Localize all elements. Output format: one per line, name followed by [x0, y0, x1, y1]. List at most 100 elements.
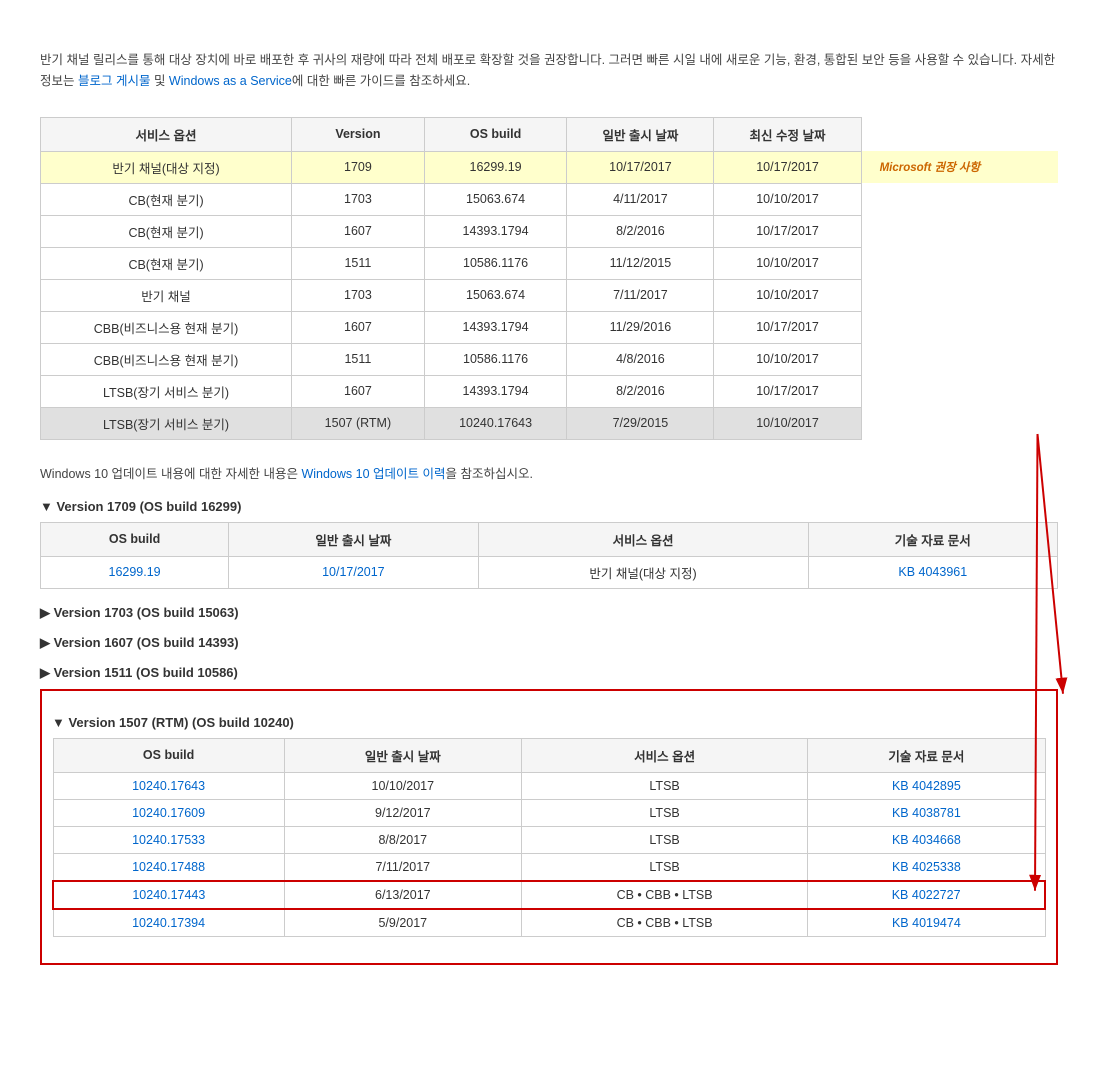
- table1-row4-col3: 7/11/2017: [567, 279, 714, 311]
- vtable4-row5-release: 5/9/2017: [284, 909, 521, 937]
- vtable4-header3: 기술 자료 문서: [808, 738, 1045, 772]
- table1-row3-col4: 10/10/2017: [714, 247, 861, 279]
- vtable4-row4-build[interactable]: 10240.17443: [53, 881, 284, 909]
- version-heading-0[interactable]: ▼ Version 1709 (OS build 16299): [40, 499, 1058, 514]
- ms-recommend-label: Microsoft 권장 사항: [872, 162, 980, 174]
- vtable4-row0: 10240.1764310/10/2017LTSBKB 4042895: [53, 772, 1045, 799]
- table1-row1-col2: 15063.674: [424, 183, 567, 215]
- table1-row0-recommend: Microsoft 권장 사항: [861, 151, 1057, 183]
- table1-row8-col3: 7/29/2015: [567, 407, 714, 439]
- version-heading-3[interactable]: ▶ Version 1511 (OS build 10586): [40, 665, 1058, 681]
- col-service-option: 서비스 옵션: [41, 117, 292, 151]
- vtable0-header2: 서비스 옵션: [478, 522, 808, 556]
- version-heading-4[interactable]: ▼ Version 1507 (RTM) (OS build 10240): [52, 715, 1046, 730]
- vtable0-row0-kb[interactable]: KB 4043961: [808, 556, 1057, 588]
- table1-row0-col4: 10/17/2017: [714, 151, 861, 183]
- col-latest-date: 최신 수정 날짜: [714, 117, 861, 151]
- table1-row7-col2: 14393.1794: [424, 375, 567, 407]
- table1-row5-col0: CBB(비즈니스용 현재 분기): [41, 311, 292, 343]
- versions-container: ▼ Version 1709 (OS build 16299)OS build일…: [40, 499, 1058, 965]
- vtable4-row1-kb[interactable]: KB 4038781: [808, 799, 1045, 826]
- table1-row8-col1: 1507 (RTM): [292, 407, 425, 439]
- table1-row2-col1: 1607: [292, 215, 425, 247]
- vtable4-row3-option: LTSB: [521, 853, 807, 881]
- table1-row2-col4: 10/17/2017: [714, 215, 861, 247]
- table1-row7-col3: 8/2/2016: [567, 375, 714, 407]
- table1-row4-col1: 1703: [292, 279, 425, 311]
- table1-row3-col2: 10586.1176: [424, 247, 567, 279]
- table1-row4-recommend: [861, 279, 1057, 311]
- vtable4-row4-option: CB • CBB • LTSB: [521, 881, 807, 909]
- vtable4-row2: 10240.175338/8/2017LTSBKB 4034668: [53, 826, 1045, 853]
- blog-link[interactable]: 블로그 게시물: [78, 74, 150, 88]
- vtable4-row0-option: LTSB: [521, 772, 807, 799]
- table1-row6-col0: CBB(비즈니스용 현재 분기): [41, 343, 292, 375]
- vtable4-header2: 서비스 옵션: [521, 738, 807, 772]
- vtable4-row5-build[interactable]: 10240.17394: [53, 909, 284, 937]
- vtable4-row2-release: 8/8/2017: [284, 826, 521, 853]
- table1-row1-col4: 10/10/2017: [714, 183, 861, 215]
- was-link[interactable]: Windows as a Service: [169, 74, 292, 88]
- col-release-date: 일반 출시 날짜: [567, 117, 714, 151]
- vtable4-header0: OS build: [53, 738, 284, 772]
- vtable0-header0: OS build: [41, 522, 229, 556]
- vtable4-row3: 10240.174887/11/2017LTSBKB 4025338: [53, 853, 1045, 881]
- table1-row7-col0: LTSB(장기 서비스 분기): [41, 375, 292, 407]
- vtable0-row0: 16299.1910/17/2017반기 채널(대상 지정)KB 4043961: [41, 556, 1058, 588]
- page-wrapper: 반기 채널 릴리스를 통해 대상 장치에 바로 배포한 후 귀사의 재량에 따라…: [40, 50, 1058, 965]
- table1-row6-col3: 4/8/2016: [567, 343, 714, 375]
- table1-row6-col1: 1511: [292, 343, 425, 375]
- table1-row5-col3: 11/29/2016: [567, 311, 714, 343]
- update-history-link[interactable]: Windows 10 업데이트 이력: [301, 467, 445, 481]
- vtable0-header3: 기술 자료 문서: [808, 522, 1057, 556]
- intro-paragraph-2: 반기 채널 릴리스를 통해 대상 장치에 바로 배포한 후 귀사의 재량에 따라…: [40, 50, 1058, 93]
- version-section-4: ▼ Version 1507 (RTM) (OS build 10240) OS …: [40, 689, 1058, 965]
- vtable0-row0-release[interactable]: 10/17/2017: [229, 556, 478, 588]
- table1-row2-recommend: [861, 215, 1057, 247]
- vtable0-row0-build[interactable]: 16299.19: [41, 556, 229, 588]
- table1-row4-col0: 반기 채널: [41, 279, 292, 311]
- vtable4-row0-build[interactable]: 10240.17643: [53, 772, 284, 799]
- table1-row6-recommend: [861, 343, 1057, 375]
- version-heading-2[interactable]: ▶ Version 1607 (OS build 14393): [40, 635, 1058, 651]
- vtable4-row5: 10240.173945/9/2017CB • CBB • LTSBKB 401…: [53, 909, 1045, 937]
- version-table-0: OS build일반 출시 날짜서비스 옵션기술 자료 문서16299.1910…: [40, 522, 1058, 589]
- table1-row0-col0: 반기 채널(대상 지정): [41, 151, 292, 183]
- vtable4-row4-kb[interactable]: KB 4022727: [808, 881, 1045, 909]
- table1-row7-recommend: [861, 375, 1057, 407]
- table1-row0-col2: 16299.19: [424, 151, 567, 183]
- vtable4-row1-build[interactable]: 10240.17609: [53, 799, 284, 826]
- table1-row1-recommend: [861, 183, 1057, 215]
- table1-row5-recommend: [861, 311, 1057, 343]
- table1-row7-col4: 10/17/2017: [714, 375, 861, 407]
- vtable4-row2-build[interactable]: 10240.17533: [53, 826, 284, 853]
- table1-row2-col2: 14393.1794: [424, 215, 567, 247]
- vtable4-row3-kb[interactable]: KB 4025338: [808, 853, 1045, 881]
- table1-row0-col1: 1709: [292, 151, 425, 183]
- col-os-build: OS build: [424, 117, 567, 151]
- table1-row3-col3: 11/12/2015: [567, 247, 714, 279]
- vtable4-header1: 일반 출시 날짜: [284, 738, 521, 772]
- table1-row1-col3: 4/11/2017: [567, 183, 714, 215]
- table1-row3-col1: 1511: [292, 247, 425, 279]
- vtable4-row5-kb[interactable]: KB 4019474: [808, 909, 1045, 937]
- table1-row8-col2: 10240.17643: [424, 407, 567, 439]
- table1-row0-col3: 10/17/2017: [567, 151, 714, 183]
- vtable4-row2-kb[interactable]: KB 4034668: [808, 826, 1045, 853]
- section2-desc: Windows 10 업데이트 내용에 대한 자세한 내용은 Windows 1…: [40, 464, 1058, 485]
- vtable4-row3-build[interactable]: 10240.17488: [53, 853, 284, 881]
- table1-row3-col0: CB(현재 분기): [41, 247, 292, 279]
- table1-row2-col0: CB(현재 분기): [41, 215, 292, 247]
- version-heading-1[interactable]: ▶ Version 1703 (OS build 15063): [40, 605, 1058, 621]
- vtable4-row1-release: 9/12/2017: [284, 799, 521, 826]
- table1-row8-recommend: [861, 407, 1057, 439]
- vtable4-row1: 10240.176099/12/2017LTSBKB 4038781: [53, 799, 1045, 826]
- table1-row5-col1: 1607: [292, 311, 425, 343]
- vtable4-row0-kb[interactable]: KB 4042895: [808, 772, 1045, 799]
- table1-row6-col2: 10586.1176: [424, 343, 567, 375]
- vtable4-row5-option: CB • CBB • LTSB: [521, 909, 807, 937]
- version-section-1: ▶ Version 1703 (OS build 15063): [40, 605, 1058, 621]
- vtable4-row4-release: 6/13/2017: [284, 881, 521, 909]
- current-version-table: 서비스 옵션 Version OS build 일반 출시 날짜 최신 수정 날…: [40, 117, 1058, 440]
- vtable4-row4: 10240.174436/13/2017CB • CBB • LTSBKB 40…: [53, 881, 1045, 909]
